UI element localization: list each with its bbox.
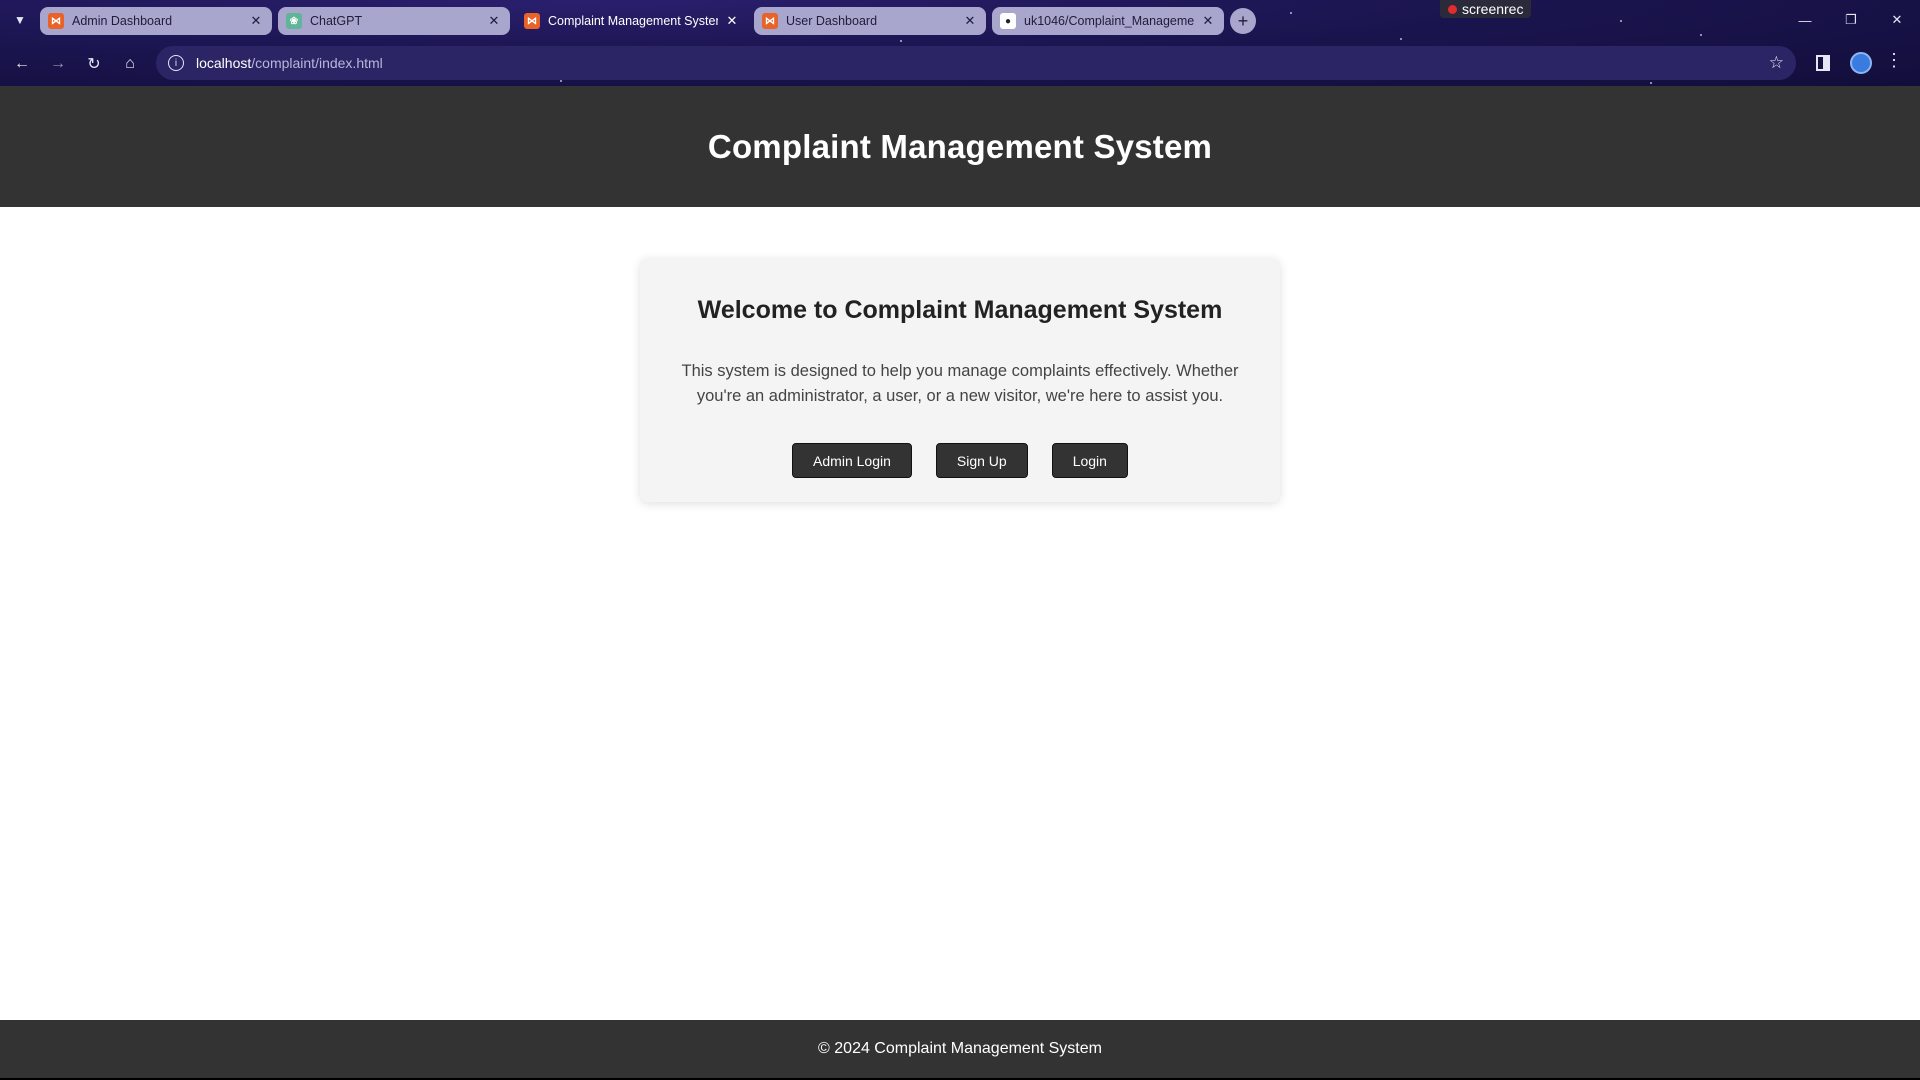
github-icon: ●	[1000, 13, 1016, 29]
url-host: localhost	[196, 55, 252, 71]
tab-title: ChatGPT	[310, 14, 363, 28]
restore-icon[interactable]: ❐	[1828, 0, 1874, 40]
tab-title: User Dashboard	[786, 14, 878, 28]
bookmark-star-icon[interactable]: ☆	[1769, 53, 1784, 73]
admin-login-button[interactable]: Admin Login	[792, 443, 912, 478]
browser-toolbar: ← → ↻ ⌂ i localhost/complaint/index.html…	[0, 42, 1920, 86]
login-button[interactable]: Login	[1051, 443, 1128, 478]
page-title: Complaint Management System	[707, 127, 1213, 165]
browser-chrome: ▼ ⋈ Admin Dashboard ✕ ❀ ChatGPT ✕ ⋈ Comp…	[0, 0, 1920, 86]
home-icon[interactable]: ⌂	[116, 50, 144, 78]
action-buttons: Admin Login Sign Up Login	[640, 443, 1280, 478]
screenrec-badge: screenrec	[1440, 0, 1532, 18]
close-window-icon[interactable]: ✕	[1874, 0, 1920, 40]
reload-icon[interactable]: ↻	[80, 50, 108, 78]
close-icon[interactable]: ✕	[486, 13, 502, 29]
tab-title: uk1046/Complaint_Management	[1024, 14, 1194, 28]
kebab-menu-icon[interactable]: ⋮	[1884, 50, 1904, 71]
tab-title: Complaint Management System	[548, 14, 718, 28]
tab-github-repo[interactable]: ● uk1046/Complaint_Management ✕	[992, 7, 1224, 35]
welcome-card: Welcome to Complaint Management System T…	[640, 258, 1280, 502]
welcome-heading: Welcome to Complaint Management System	[697, 296, 1223, 324]
tab-strip: ▼ ⋈ Admin Dashboard ✕ ❀ ChatGPT ✕ ⋈ Comp…	[0, 0, 1920, 42]
xampp-icon: ⋈	[48, 13, 64, 29]
side-panel-icon[interactable]	[1816, 55, 1830, 71]
tab-search-chevron-icon[interactable]: ▼	[8, 8, 32, 32]
close-icon[interactable]: ✕	[962, 13, 978, 29]
xampp-icon: ⋈	[524, 13, 540, 29]
tab-complaint-management[interactable]: ⋈ Complaint Management System ✕	[516, 7, 748, 35]
screenrec-label: screenrec	[1462, 1, 1524, 17]
back-arrow-icon[interactable]: ←	[8, 50, 36, 78]
site-header: Complaint Management System	[0, 86, 1920, 207]
new-tab-plus-icon[interactable]: +	[1230, 8, 1256, 34]
close-icon[interactable]: ✕	[1200, 13, 1216, 29]
welcome-description: This system is designed to help you mana…	[681, 362, 1239, 405]
chatgpt-icon: ❀	[286, 13, 302, 29]
footer-copyright: © 2024 Complaint Management System	[818, 1040, 1102, 1057]
sign-up-button[interactable]: Sign Up	[935, 443, 1028, 478]
tab-chatgpt[interactable]: ❀ ChatGPT ✕	[278, 7, 510, 35]
profile-avatar[interactable]	[1850, 52, 1872, 74]
site-footer: © 2024 Complaint Management System	[0, 1020, 1920, 1078]
url-path: /complaint/index.html	[251, 55, 383, 71]
tab-admin-dashboard[interactable]: ⋈ Admin Dashboard ✕	[40, 7, 272, 35]
tab-title: Admin Dashboard	[72, 14, 173, 28]
address-bar[interactable]: i localhost/complaint/index.html ☆	[156, 46, 1796, 80]
close-icon[interactable]: ✕	[724, 13, 740, 29]
forward-arrow-icon[interactable]: →	[44, 50, 72, 78]
tab-user-dashboard[interactable]: ⋈ User Dashboard ✕	[754, 7, 986, 35]
record-dot-icon	[1448, 4, 1457, 14]
xampp-icon: ⋈	[762, 13, 778, 29]
close-icon[interactable]: ✕	[248, 13, 264, 29]
minimize-icon[interactable]: —	[1782, 0, 1828, 40]
site-info-icon[interactable]: i	[168, 55, 184, 71]
window-controls: — ❐ ✕	[1782, 0, 1920, 40]
